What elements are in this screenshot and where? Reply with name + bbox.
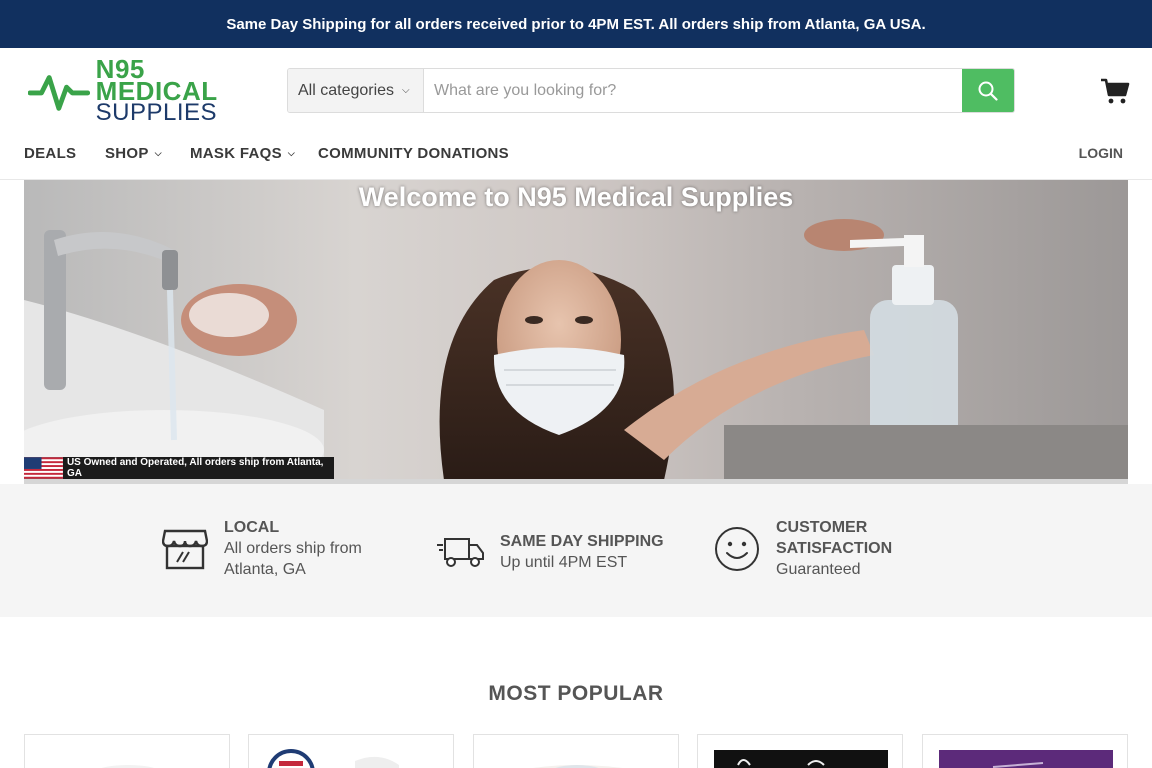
storefront-icon bbox=[160, 525, 210, 573]
feature-shipping: SAME DAY SHIPPING Up until 4PM EST bbox=[436, 528, 664, 576]
hero-photo bbox=[24, 219, 1128, 479]
product-card[interactable] bbox=[248, 734, 454, 768]
feature-local-text: LOCAL All orders ship from Atlanta, GA bbox=[224, 517, 374, 580]
hero-strip: US Owned and Operated, All orders ship f… bbox=[24, 457, 334, 479]
nav-community-donations-label: COMMUNITY DONATIONS bbox=[318, 145, 509, 162]
category-select-label: All categories bbox=[298, 81, 395, 99]
site-header: N95 MEDICAL SUPPLIES All categories ⌵ bbox=[0, 48, 1152, 130]
nav-deals[interactable]: DEALS bbox=[24, 145, 76, 162]
feature-shipping-text: SAME DAY SHIPPING Up until 4PM EST bbox=[500, 531, 664, 573]
product-image bbox=[939, 750, 1113, 768]
smiley-face-icon bbox=[712, 525, 762, 573]
feature-title: CUSTOMER SATISFACTION bbox=[776, 519, 893, 557]
us-flag-icon bbox=[24, 457, 63, 479]
features-row: LOCAL All orders ship from Atlanta, GA S… bbox=[0, 484, 1152, 617]
hero-banner[interactable]: Welcome to N95 Medical Supplies US Owned… bbox=[24, 180, 1128, 479]
announcement-text: Same Day Shipping for all orders receive… bbox=[226, 15, 926, 33]
nav-shop-label: SHOP bbox=[105, 145, 149, 162]
product-card[interactable] bbox=[922, 734, 1128, 768]
heartbeat-logo-icon bbox=[28, 75, 90, 111]
feature-local: LOCAL All orders ship from Atlanta, GA bbox=[160, 517, 374, 580]
hero-title: Welcome to N95 Medical Supplies bbox=[358, 182, 794, 212]
hero-strip-text: US Owned and Operated, All orders ship f… bbox=[66, 457, 324, 479]
announcement-bar: Same Day Shipping for all orders receive… bbox=[0, 0, 1152, 48]
search-icon bbox=[978, 81, 998, 101]
cart-button[interactable] bbox=[1100, 76, 1130, 106]
nav-mask-faqs[interactable]: MASK FAQS ⌵ bbox=[190, 145, 295, 162]
feature-subtitle: Guaranteed bbox=[776, 561, 861, 578]
delivery-truck-icon bbox=[436, 528, 486, 576]
site-logo[interactable]: N95 MEDICAL SUPPLIES bbox=[28, 56, 268, 125]
search-bar: All categories ⌵ bbox=[287, 68, 1015, 113]
logo-text: N95 MEDICAL SUPPLIES bbox=[95, 54, 268, 126]
chevron-down-icon: ⌵ bbox=[154, 148, 162, 158]
chevron-down-icon: ⌵ bbox=[287, 148, 295, 158]
login-link[interactable]: LOGIN bbox=[1079, 145, 1123, 161]
logo-line-1: N95 MEDICAL bbox=[95, 54, 218, 106]
nav-deals-label: DEALS bbox=[24, 145, 77, 162]
feature-subtitle: All orders ship from Atlanta, GA bbox=[224, 540, 362, 578]
search-button[interactable] bbox=[962, 69, 1014, 112]
logo-line-2: SUPPLIES bbox=[95, 99, 218, 126]
cart-icon bbox=[1101, 78, 1130, 104]
category-select[interactable]: All categories ⌵ bbox=[288, 69, 424, 112]
nav-community-donations[interactable]: COMMUNITY DONATIONS bbox=[318, 145, 509, 162]
feature-title: LOCAL bbox=[224, 519, 280, 536]
section-title-most-popular: MOST POPULAR bbox=[488, 682, 664, 705]
nav-mask-faqs-label: MASK FAQS bbox=[190, 145, 282, 162]
product-image bbox=[102, 765, 154, 768]
main-nav: DEALS SHOP ⌵ MASK FAQS ⌵ COMMUNITY DONAT… bbox=[0, 130, 1152, 180]
feature-satisfaction: CUSTOMER SATISFACTION Guaranteed bbox=[712, 517, 896, 580]
product-image bbox=[267, 749, 399, 768]
product-card[interactable] bbox=[697, 734, 903, 768]
search-input[interactable] bbox=[424, 69, 962, 112]
feature-title: SAME DAY SHIPPING bbox=[500, 533, 664, 550]
product-image bbox=[714, 750, 888, 768]
chevron-down-icon: ⌵ bbox=[402, 85, 410, 96]
product-card[interactable] bbox=[24, 734, 230, 768]
product-image bbox=[531, 765, 623, 768]
product-card[interactable] bbox=[473, 734, 679, 768]
nav-shop[interactable]: SHOP ⌵ bbox=[105, 145, 162, 162]
feature-subtitle: Up until 4PM EST bbox=[500, 554, 628, 571]
feature-satisfaction-text: CUSTOMER SATISFACTION Guaranteed bbox=[776, 517, 896, 580]
